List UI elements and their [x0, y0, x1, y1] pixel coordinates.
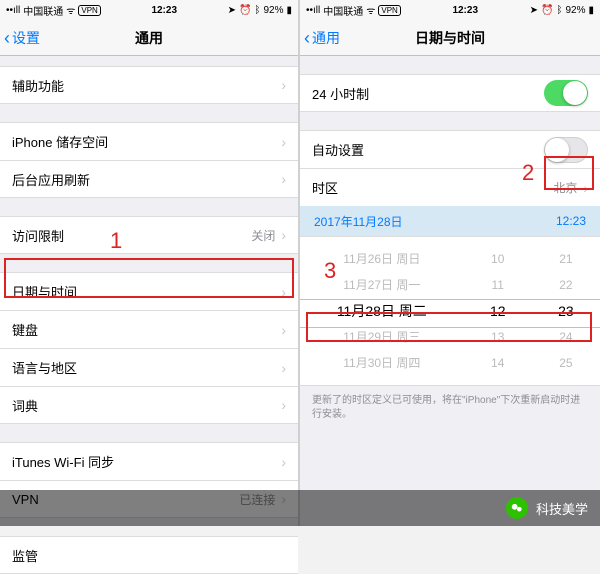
- row-label: 词典: [12, 396, 38, 415]
- chevron-left-icon: ‹: [304, 29, 310, 47]
- back-label: 设置: [12, 28, 40, 48]
- bt-icon: ᛒ: [556, 5, 562, 16]
- datetime-picker[interactable]: 11月26日 周日 11月27日 周一 11月28日 周二 11月29日 周三 …: [300, 236, 600, 386]
- row-label: 24 小时制: [312, 84, 369, 103]
- row-label: 访问限制: [12, 226, 64, 245]
- row-value: 关闭: [251, 227, 275, 244]
- carrier: 中国联通: [23, 3, 63, 18]
- row-keyboard[interactable]: 键盘 ›: [0, 310, 298, 348]
- chevron-right-icon: ›: [281, 77, 286, 93]
- chevron-right-icon: ›: [281, 322, 286, 338]
- status-time: 12:23: [151, 5, 177, 16]
- row-dictionary[interactable]: 词典 ›: [0, 386, 298, 424]
- picker-col-minute[interactable]: 21 22 23 24 25: [532, 237, 600, 385]
- row-label: 后台应用刷新: [12, 170, 90, 189]
- chevron-right-icon: ›: [281, 360, 286, 376]
- chevron-right-icon: ›: [281, 171, 286, 187]
- status-time: 12:23: [452, 5, 478, 16]
- wifi-icon: ᯤ: [66, 3, 75, 17]
- back-button[interactable]: ‹ 设置: [0, 28, 40, 48]
- row-accessibility[interactable]: 辅助功能 ›: [0, 66, 298, 104]
- row-label: 监管: [12, 546, 38, 565]
- battery-pct: 92%: [263, 5, 283, 16]
- chevron-right-icon: ›: [281, 134, 286, 150]
- carrier: 中国联通: [323, 3, 363, 18]
- wechat-icon: [506, 497, 528, 519]
- status-bar: ••ıll 中国联通 ᯤ VPN 12:23 ➤ ⏰ ᛒ 92% ▮: [0, 0, 298, 20]
- back-button[interactable]: ‹ 通用: [300, 28, 340, 48]
- row-itunes-wifi-sync[interactable]: iTunes Wi-Fi 同步 ›: [0, 442, 298, 480]
- current-time: 12:23: [556, 214, 586, 228]
- picker-col-hour[interactable]: 10 11 12 13 14: [464, 237, 532, 385]
- row-label: 日期与时间: [12, 282, 77, 301]
- alarm-icon: ⏰: [541, 5, 553, 16]
- signal-icon: ••ıll: [306, 5, 320, 16]
- row-restrictions[interactable]: 访问限制 关闭 ›: [0, 216, 298, 254]
- timezone-update-note: 更新了的时区定义已可使用，将在"iPhone"下次重新启动时进行安装。: [300, 386, 600, 430]
- row-label: iPhone 储存空间: [12, 132, 108, 151]
- row-date-time[interactable]: 日期与时间 ›: [0, 272, 298, 310]
- row-storage[interactable]: iPhone 储存空间 ›: [0, 122, 298, 160]
- wifi-icon: ᯤ: [366, 3, 375, 17]
- row-label: 键盘: [12, 320, 38, 339]
- nav-bar: ‹ 通用 日期与时间: [300, 20, 600, 56]
- row-background-refresh[interactable]: 后台应用刷新 ›: [0, 160, 298, 198]
- picker-col-date[interactable]: 11月26日 周日 11月27日 周一 11月28日 周二 11月29日 周三 …: [300, 237, 464, 385]
- row-value: 北京: [553, 179, 577, 196]
- watermark-bar: 科技美学: [0, 490, 600, 526]
- status-bar: ••ıll 中国联通 ᯤ VPN 12:23 ➤ ⏰ ᛒ 92% ▮: [300, 0, 600, 20]
- row-oversight[interactable]: 监管: [0, 536, 298, 574]
- vpn-badge: VPN: [78, 5, 100, 16]
- battery-icon: ▮: [286, 5, 292, 16]
- nav-title: 通用: [0, 28, 298, 48]
- alarm-icon: ⏰: [239, 5, 251, 16]
- battery-pct: 92%: [565, 5, 585, 16]
- row-label: 时区: [312, 178, 338, 197]
- toggle-24hour[interactable]: [544, 80, 588, 106]
- row-label: iTunes Wi-Fi 同步: [12, 452, 114, 471]
- current-date: 2017年11月28日: [314, 213, 403, 230]
- vpn-badge: VPN: [378, 5, 400, 16]
- row-auto-set: 自动设置: [300, 130, 600, 168]
- chevron-right-icon: ›: [281, 227, 286, 243]
- row-label: 语言与地区: [12, 358, 77, 377]
- chevron-right-icon: ›: [281, 284, 286, 300]
- signal-icon: ••ıll: [6, 5, 20, 16]
- row-language-region[interactable]: 语言与地区 ›: [0, 348, 298, 386]
- screen-general: ••ıll 中国联通 ᯤ VPN 12:23 ➤ ⏰ ᛒ 92% ▮ ‹ 设置 …: [0, 0, 300, 526]
- chevron-right-icon: ›: [281, 397, 286, 413]
- location-icon: ➤: [530, 5, 538, 16]
- row-label: 辅助功能: [12, 76, 64, 95]
- watermark-text: 科技美学: [536, 499, 588, 518]
- location-icon: ➤: [228, 5, 236, 16]
- row-timezone[interactable]: 时区 北京 ›: [300, 168, 600, 206]
- chevron-right-icon: ›: [281, 454, 286, 470]
- chevron-left-icon: ‹: [4, 29, 10, 47]
- back-label: 通用: [312, 28, 340, 48]
- nav-bar: ‹ 设置 通用: [0, 20, 298, 56]
- screen-date-time: ••ıll 中国联通 ᯤ VPN 12:23 ➤ ⏰ ᛒ 92% ▮ ‹ 通用 …: [300, 0, 600, 526]
- row-24hour: 24 小时制: [300, 74, 600, 112]
- row-label: 自动设置: [312, 140, 364, 159]
- row-current-datetime[interactable]: 2017年11月28日 12:23: [300, 206, 600, 236]
- toggle-auto-set[interactable]: [544, 137, 588, 163]
- bt-icon: ᛒ: [254, 5, 260, 16]
- battery-icon: ▮: [588, 5, 594, 16]
- nav-title: 日期与时间: [300, 28, 600, 48]
- chevron-right-icon: ›: [583, 180, 588, 196]
